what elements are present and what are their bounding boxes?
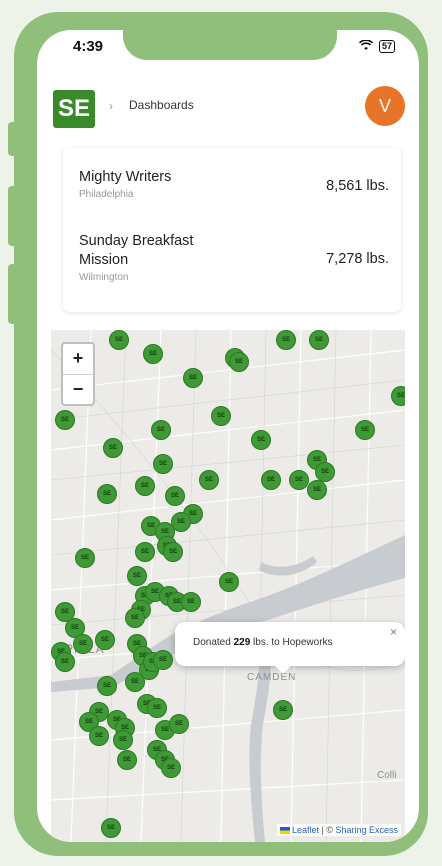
map-marker[interactable]: SE [169, 714, 189, 734]
breadcrumb[interactable]: Dashboards [129, 98, 194, 112]
zoom-out-button[interactable]: − [63, 375, 93, 405]
map-marker[interactable]: SE [181, 592, 201, 612]
popup-amount: 229 [233, 637, 251, 648]
donations-map[interactable]: PHILA CAMDEN Colli SESESESESESESESESESES… [51, 330, 405, 842]
flag-icon [279, 827, 290, 835]
map-marker[interactable]: SE [315, 462, 335, 482]
user-avatar[interactable]: V [365, 86, 405, 126]
map-marker[interactable]: SE [151, 420, 171, 440]
map-marker[interactable]: SE [161, 758, 181, 778]
status-time: 4:39 [73, 38, 104, 55]
wifi-icon [358, 39, 374, 54]
map-marker[interactable]: SE [55, 410, 75, 430]
chevron-right-icon: › [109, 99, 113, 113]
recipient-amount: 8,561 lbs. [326, 178, 389, 194]
status-icons: 57 [358, 39, 395, 54]
list-item[interactable]: Mighty Writers Philadelphia 8,561 lbs. [79, 168, 389, 200]
map-marker[interactable]: SE [127, 566, 147, 586]
map-marker[interactable]: SE [135, 542, 155, 562]
zoom-in-button[interactable]: + [63, 344, 93, 375]
map-marker[interactable]: SE [273, 700, 293, 720]
map-marker[interactable]: SE [147, 698, 167, 718]
map-marker[interactable]: SE [171, 512, 191, 532]
map-marker[interactable]: SE [89, 726, 109, 746]
map-marker[interactable]: SE [211, 406, 231, 426]
map-marker[interactable]: SE [276, 330, 296, 350]
map-marker[interactable]: SE [199, 470, 219, 490]
battery-icon: 57 [378, 40, 395, 53]
map-marker[interactable]: SE [101, 818, 121, 838]
map-marker[interactable]: SE [75, 548, 95, 568]
popup-suffix: lbs. to Hopeworks [250, 637, 333, 648]
map-marker[interactable]: SE [109, 330, 129, 350]
map-marker[interactable]: SE [125, 608, 145, 628]
map-label-colli: Colli [377, 770, 397, 781]
map-marker[interactable]: SE [153, 650, 173, 670]
map-marker[interactable]: SE [55, 652, 75, 672]
phone-notch [123, 30, 337, 60]
app-screen: 4:39 57 SE › Dashboards V Mighty Writers… [37, 30, 419, 842]
map-marker[interactable]: SE [117, 750, 137, 770]
map-marker[interactable]: SE [135, 476, 155, 496]
sharing-excess-link[interactable]: Sharing Excess [335, 825, 398, 835]
map-marker[interactable]: SE [113, 730, 133, 750]
attribution-separator: | © [318, 825, 336, 835]
map-marker[interactable]: SE [183, 368, 203, 388]
map-marker[interactable]: SE [355, 420, 375, 440]
map-marker[interactable]: SE [391, 386, 405, 406]
map-popup: Donated 229 lbs. to Hopeworks × [175, 622, 405, 674]
recipient-city: Wilmington [79, 272, 129, 283]
leaflet-link[interactable]: Leaflet [292, 825, 319, 835]
app-header: SE › Dashboards V [37, 86, 419, 138]
recipient-name: Mighty Writers [79, 169, 172, 185]
map-marker[interactable]: SE [125, 672, 145, 692]
leaderboard-card: Mighty Writers Philadelphia 8,561 lbs. S… [63, 148, 401, 312]
zoom-control: + − [61, 342, 95, 406]
app-logo[interactable]: SE [53, 90, 95, 128]
map-marker[interactable]: SE [165, 486, 185, 506]
map-marker[interactable]: SE [229, 352, 249, 372]
list-item[interactable]: Sunday Breakfast Mission Wilmington 7,27… [79, 232, 389, 283]
phone-frame: 4:39 57 SE › Dashboards V Mighty Writers… [14, 12, 428, 856]
close-icon[interactable]: × [390, 625, 397, 639]
map-marker[interactable]: SE [97, 484, 117, 504]
map-marker[interactable]: SE [97, 676, 117, 696]
map-marker[interactable]: SE [143, 344, 163, 364]
map-marker[interactable]: SE [95, 630, 115, 650]
map-marker[interactable]: SE [309, 330, 329, 350]
map-marker[interactable]: SE [251, 430, 271, 450]
popup-text: Donated 229 lbs. to Hopeworks [193, 637, 333, 648]
map-attribution: Leaflet | © Sharing Excess [276, 824, 401, 836]
map-marker[interactable]: SE [153, 454, 173, 474]
map-marker[interactable]: SE [73, 634, 93, 654]
map-marker[interactable]: SE [163, 542, 183, 562]
map-marker[interactable]: SE [219, 572, 239, 592]
map-marker[interactable]: SE [307, 480, 327, 500]
map-marker[interactable]: SE [103, 438, 123, 458]
recipient-name: Sunday Breakfast Mission [79, 233, 194, 268]
popup-tip [275, 666, 291, 674]
recipient-amount: 7,278 lbs. [326, 251, 389, 267]
map-marker[interactable]: SE [261, 470, 281, 490]
popup-prefix: Donated [193, 637, 234, 648]
map-marker[interactable]: SE [289, 470, 309, 490]
